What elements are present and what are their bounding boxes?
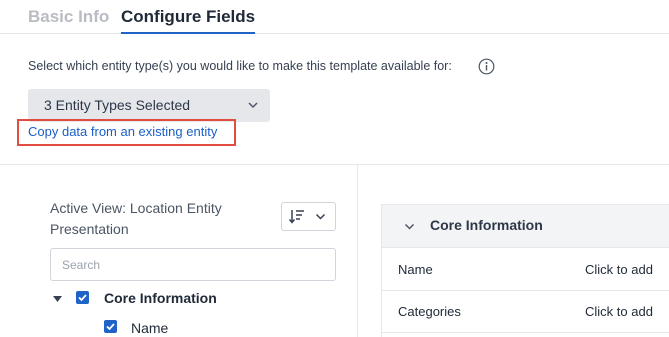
- click-to-add-button[interactable]: Click to add: [585, 262, 653, 277]
- search-input[interactable]: [51, 249, 335, 280]
- click-to-add-button[interactable]: Click to add: [585, 304, 653, 319]
- entity-type-select-value: 3 Entity Types Selected: [44, 97, 191, 113]
- tree-item-label: Name: [131, 320, 169, 336]
- check-icon: [106, 323, 115, 331]
- core-information-checkbox[interactable]: [76, 291, 89, 304]
- entity-type-prompt: Select which entity type(s) you would li…: [28, 59, 452, 73]
- horizontal-divider: [0, 164, 669, 165]
- vertical-divider: [357, 164, 358, 337]
- check-icon: [78, 294, 87, 302]
- tab-basic-info[interactable]: Basic Info: [28, 7, 109, 27]
- entity-type-select[interactable]: 3 Entity Types Selected: [28, 89, 270, 122]
- tab-configure-fields[interactable]: Configure Fields: [121, 7, 256, 34]
- chevron-down-icon[interactable]: [404, 221, 415, 232]
- row-divider: [382, 290, 669, 291]
- copy-from-entity-link[interactable]: Copy data from an existing entity: [28, 124, 217, 139]
- field-name: Categories: [398, 304, 461, 319]
- active-view-label: Active View: Location Entity Presentatio…: [50, 200, 222, 237]
- sort-icon: [289, 210, 304, 224]
- row-divider: [382, 332, 669, 333]
- name-checkbox[interactable]: [104, 320, 117, 333]
- panel-title: Core Information: [430, 217, 543, 233]
- field-name: Name: [398, 262, 433, 277]
- tab-bar: Basic Info Configure Fields: [0, 0, 669, 34]
- tree-group-label: Core Information: [104, 290, 217, 306]
- search-field: [50, 248, 336, 281]
- chevron-down-icon: [248, 102, 258, 109]
- caret-down-icon[interactable]: [53, 296, 62, 303]
- chevron-down-icon: [315, 213, 326, 220]
- info-icon[interactable]: [478, 58, 495, 75]
